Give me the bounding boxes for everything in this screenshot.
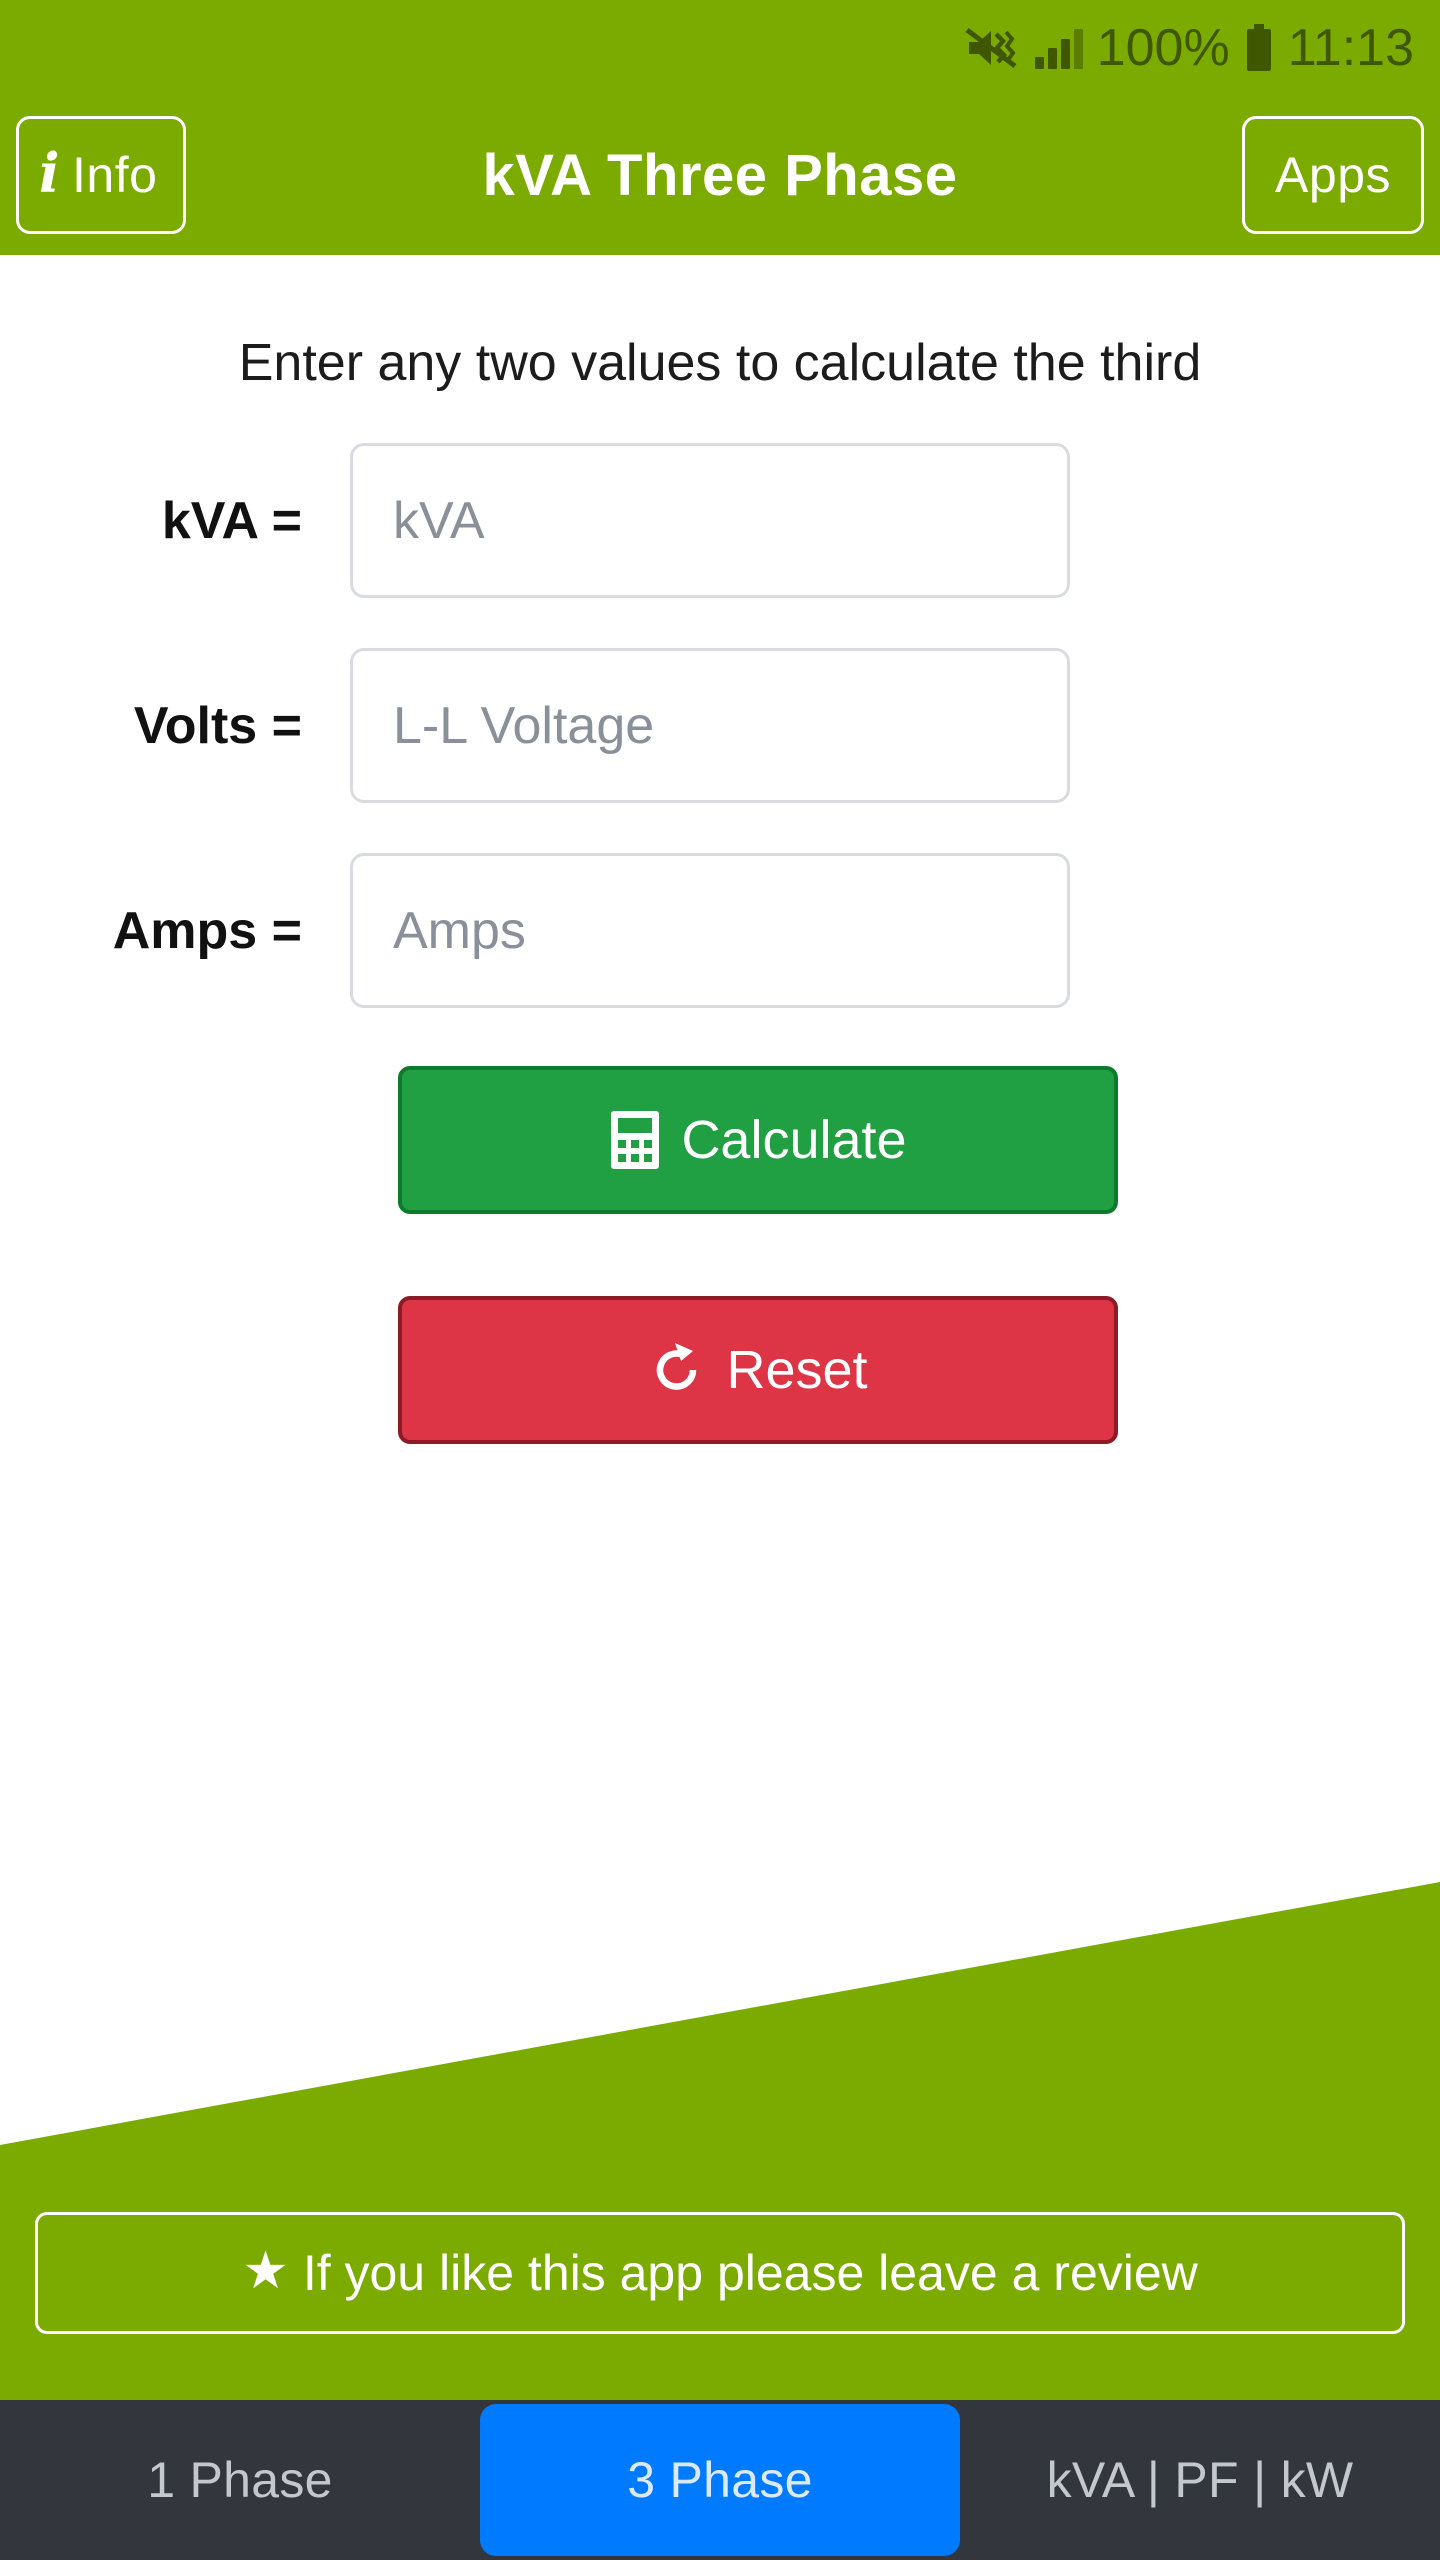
battery-full-icon [1244,23,1274,72]
info-icon: i [39,141,61,205]
signal-bars-icon [1034,27,1083,69]
tab-kva-pf-kw[interactable]: kVA | PF | kW [960,2400,1440,2560]
tab-3-phase-label: 3 Phase [627,2452,813,2508]
app-bar: kVA Three Phase i Info Apps [0,95,1440,255]
leave-review-label: If you like this app please leave a revi… [302,2244,1198,2301]
kva-label: kVA = [161,491,302,550]
tab-1-phase-label: 1 Phase [147,2452,333,2508]
action-buttons: Calculate Reset [0,1066,1440,1444]
calculate-button-label: Calculate [681,1110,907,1170]
reset-button-label: Reset [726,1340,868,1400]
mute-vibrate-icon [965,26,1021,70]
kva-input[interactable] [350,443,1070,598]
app-root: 100% 11:13 kVA Three Phase i Info Apps E… [0,0,1440,2560]
calculate-button[interactable]: Calculate [398,1066,1118,1214]
clock-label: 11:13 [1287,18,1414,77]
page-title: kVA Three Phase [482,142,958,208]
field-row-amps: Amps = [0,853,1440,1008]
volts-input[interactable] [350,648,1070,803]
battery-percent-label: 100% [1096,18,1230,77]
main-content: Enter any two values to calculate the th… [0,255,1440,2400]
star-icon: ★ [242,2241,289,2300]
info-button-label: Info [72,147,158,203]
apps-button[interactable]: Apps [1242,116,1424,234]
leave-review-button[interactable]: ★ If you like this app please leave a re… [35,2211,1405,2334]
volts-label: Volts = [133,696,302,755]
refresh-icon [648,1339,706,1401]
field-row-volts: Volts = [0,648,1440,803]
tab-kva-pf-kw-label: kVA | PF | kW [1046,2452,1354,2508]
review-banner: ★ If you like this app please leave a re… [0,2145,1440,2400]
field-row-kva: kVA = [0,443,1440,598]
tab-1-phase[interactable]: 1 Phase [0,2400,480,2560]
amps-input[interactable] [350,853,1070,1008]
reset-button[interactable]: Reset [398,1296,1118,1444]
calculator-icon [609,1109,661,1171]
tab-3-phase[interactable]: 3 Phase [480,2404,960,2556]
status-bar: 100% 11:13 [0,0,1440,95]
apps-button-label: Apps [1275,147,1391,203]
amps-label: Amps = [112,901,302,960]
instruction-text: Enter any two values to calculate the th… [238,334,1202,392]
info-button[interactable]: i Info [16,116,187,234]
bottom-tab-bar: 1 Phase 3 Phase kVA | PF | kW [0,2400,1440,2560]
